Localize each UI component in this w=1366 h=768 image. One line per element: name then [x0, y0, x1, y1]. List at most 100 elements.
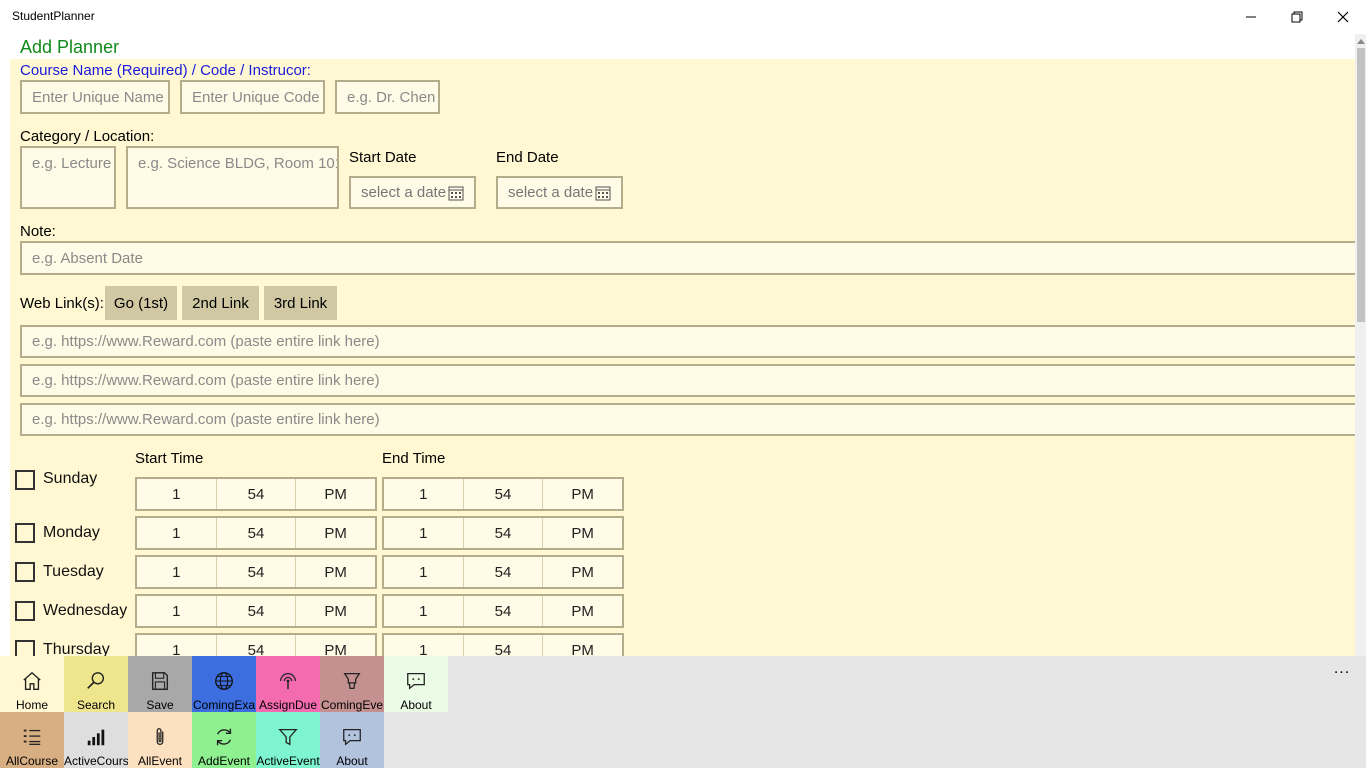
end-time-picker-sunday[interactable]: 1 54 PM	[382, 477, 624, 511]
refresh-icon	[212, 725, 236, 749]
go-first-link-button[interactable]: Go (1st)	[105, 286, 177, 320]
start-date-value: select a date	[361, 184, 447, 201]
about-button[interactable]: About	[384, 656, 448, 712]
day-checkbox-tuesday[interactable]	[15, 562, 35, 582]
ampm-segment[interactable]: PM	[543, 479, 622, 509]
course-code-input[interactable]: Enter Unique Code	[180, 80, 325, 114]
page-title: Add Planner	[20, 37, 120, 57]
minute-segment[interactable]: 54	[217, 596, 297, 626]
minute-segment[interactable]: 54	[464, 479, 544, 509]
end-time-picker-tuesday[interactable]: 1 54 PM	[382, 555, 624, 589]
coming-exams-button[interactable]: ComingExa	[192, 656, 256, 712]
minute-segment[interactable]: 54	[217, 557, 297, 587]
minute-segment[interactable]: 54	[464, 557, 544, 587]
end-time-picker-thursday[interactable]: 1 54 PM	[382, 633, 624, 656]
weblink-input-3[interactable]: e.g. https://www.Reward.com (paste entir…	[20, 403, 1355, 436]
second-link-button[interactable]: 2nd Link	[182, 286, 259, 320]
hour-segment[interactable]: 1	[137, 557, 217, 587]
hour-segment[interactable]: 1	[384, 518, 464, 548]
coming-events-button[interactable]: ComingEve	[320, 656, 384, 712]
restore-icon	[1291, 11, 1303, 23]
day-label-tuesday: Tuesday	[43, 563, 104, 580]
course-name-input[interactable]: Enter Unique Name	[20, 80, 170, 114]
end-date-picker[interactable]: select a date	[496, 176, 623, 209]
start-time-label: Start Time	[135, 450, 204, 467]
hour-segment[interactable]: 1	[384, 635, 464, 656]
planner-form: Course Name (Required) / Code / Instruco…	[10, 59, 1355, 656]
instructor-input[interactable]: e.g. Dr. Chen	[335, 80, 440, 114]
signal-icon	[84, 725, 108, 749]
close-icon	[1337, 11, 1349, 23]
day-checkbox-sunday[interactable]	[15, 470, 35, 490]
weblink-input-1[interactable]: e.g. https://www.Reward.com (paste entir…	[20, 325, 1355, 358]
ampm-segment[interactable]: PM	[296, 635, 375, 657]
start-time-picker-monday[interactable]: 1 54 PM	[135, 516, 377, 550]
minute-segment[interactable]: 54	[217, 635, 297, 656]
globe-icon	[212, 669, 236, 693]
day-checkbox-wednesday[interactable]	[15, 601, 35, 621]
start-time-picker-wednesday[interactable]: 1 54 PM	[135, 594, 377, 628]
hour-segment[interactable]: 1	[137, 596, 217, 626]
weblink-input-2[interactable]: e.g. https://www.Reward.com (paste entir…	[20, 364, 1355, 397]
category-label: Category / Location:	[20, 128, 155, 145]
home-button[interactable]: Home	[0, 656, 64, 712]
hour-segment[interactable]: 1	[384, 479, 464, 509]
start-time-picker-tuesday[interactable]: 1 54 PM	[135, 555, 377, 589]
active-courses-button[interactable]: ActiveCours	[64, 712, 128, 768]
command-bar: Home Search Save ComingExa AssignDue Com…	[0, 656, 1366, 768]
hour-segment[interactable]: 1	[137, 635, 217, 656]
day-checkbox-thursday[interactable]	[15, 640, 35, 656]
end-time-picker-monday[interactable]: 1 54 PM	[382, 516, 624, 550]
more-options-button[interactable]: ...	[1330, 660, 1354, 680]
search-button[interactable]: Search	[64, 656, 128, 712]
location-input[interactable]: e.g. Science BLDG, Room 101	[126, 146, 339, 209]
minute-segment[interactable]: 54	[464, 635, 544, 656]
minute-segment[interactable]: 54	[464, 596, 544, 626]
window-title: StudentPlanner	[12, 9, 95, 23]
save-button[interactable]: Save	[128, 656, 192, 712]
all-courses-button[interactable]: AllCourse	[0, 712, 64, 768]
ampm-segment[interactable]: PM	[296, 518, 375, 548]
third-link-button[interactable]: 3rd Link	[264, 286, 337, 320]
end-time-picker-wednesday[interactable]: 1 54 PM	[382, 594, 624, 628]
ampm-segment[interactable]: PM	[543, 635, 622, 657]
all-courses-label: AllCourse	[5, 754, 59, 768]
add-event-label: AddEvent	[197, 754, 251, 768]
minute-segment[interactable]: 54	[217, 479, 297, 509]
close-button[interactable]	[1320, 0, 1366, 34]
category-input[interactable]: e.g. Lecture	[20, 146, 116, 209]
ampm-segment[interactable]: PM	[543, 596, 622, 626]
filter-icon	[276, 725, 300, 749]
ampm-segment[interactable]: PM	[296, 479, 375, 509]
coming-exams-label: ComingExa	[192, 698, 256, 712]
minute-segment[interactable]: 54	[464, 518, 544, 548]
start-date-label: Start Date	[349, 149, 417, 166]
day-checkbox-monday[interactable]	[15, 523, 35, 543]
calendar-icon	[448, 186, 464, 200]
hour-segment[interactable]: 1	[137, 518, 217, 548]
ampm-segment[interactable]: PM	[543, 518, 622, 548]
chevron-up-icon	[1357, 39, 1365, 44]
ampm-segment[interactable]: PM	[296, 596, 375, 626]
add-event-button[interactable]: AddEvent	[192, 712, 256, 768]
scroll-up-arrow[interactable]	[1356, 36, 1366, 46]
scrollbar-thumb[interactable]	[1357, 48, 1365, 322]
start-time-picker-sunday[interactable]: 1 54 PM	[135, 477, 377, 511]
hour-segment[interactable]: 1	[384, 557, 464, 587]
all-events-button[interactable]: AllEvent	[128, 712, 192, 768]
start-time-picker-thursday[interactable]: 1 54 PM	[135, 633, 377, 656]
assign-due-button[interactable]: AssignDue	[256, 656, 320, 712]
message-icon	[404, 669, 428, 693]
minimize-button[interactable]	[1228, 0, 1274, 34]
minute-segment[interactable]: 54	[217, 518, 297, 548]
note-input[interactable]: e.g. Absent Date	[20, 241, 1355, 275]
ampm-segment[interactable]: PM	[296, 557, 375, 587]
about-button-secondary[interactable]: About	[320, 712, 384, 768]
day-label-wednesday: Wednesday	[43, 602, 128, 619]
start-date-picker[interactable]: select a date	[349, 176, 476, 209]
ampm-segment[interactable]: PM	[543, 557, 622, 587]
hour-segment[interactable]: 1	[384, 596, 464, 626]
hour-segment[interactable]: 1	[137, 479, 217, 509]
active-events-button[interactable]: ActiveEvent	[256, 712, 320, 768]
restore-button[interactable]	[1274, 0, 1320, 34]
